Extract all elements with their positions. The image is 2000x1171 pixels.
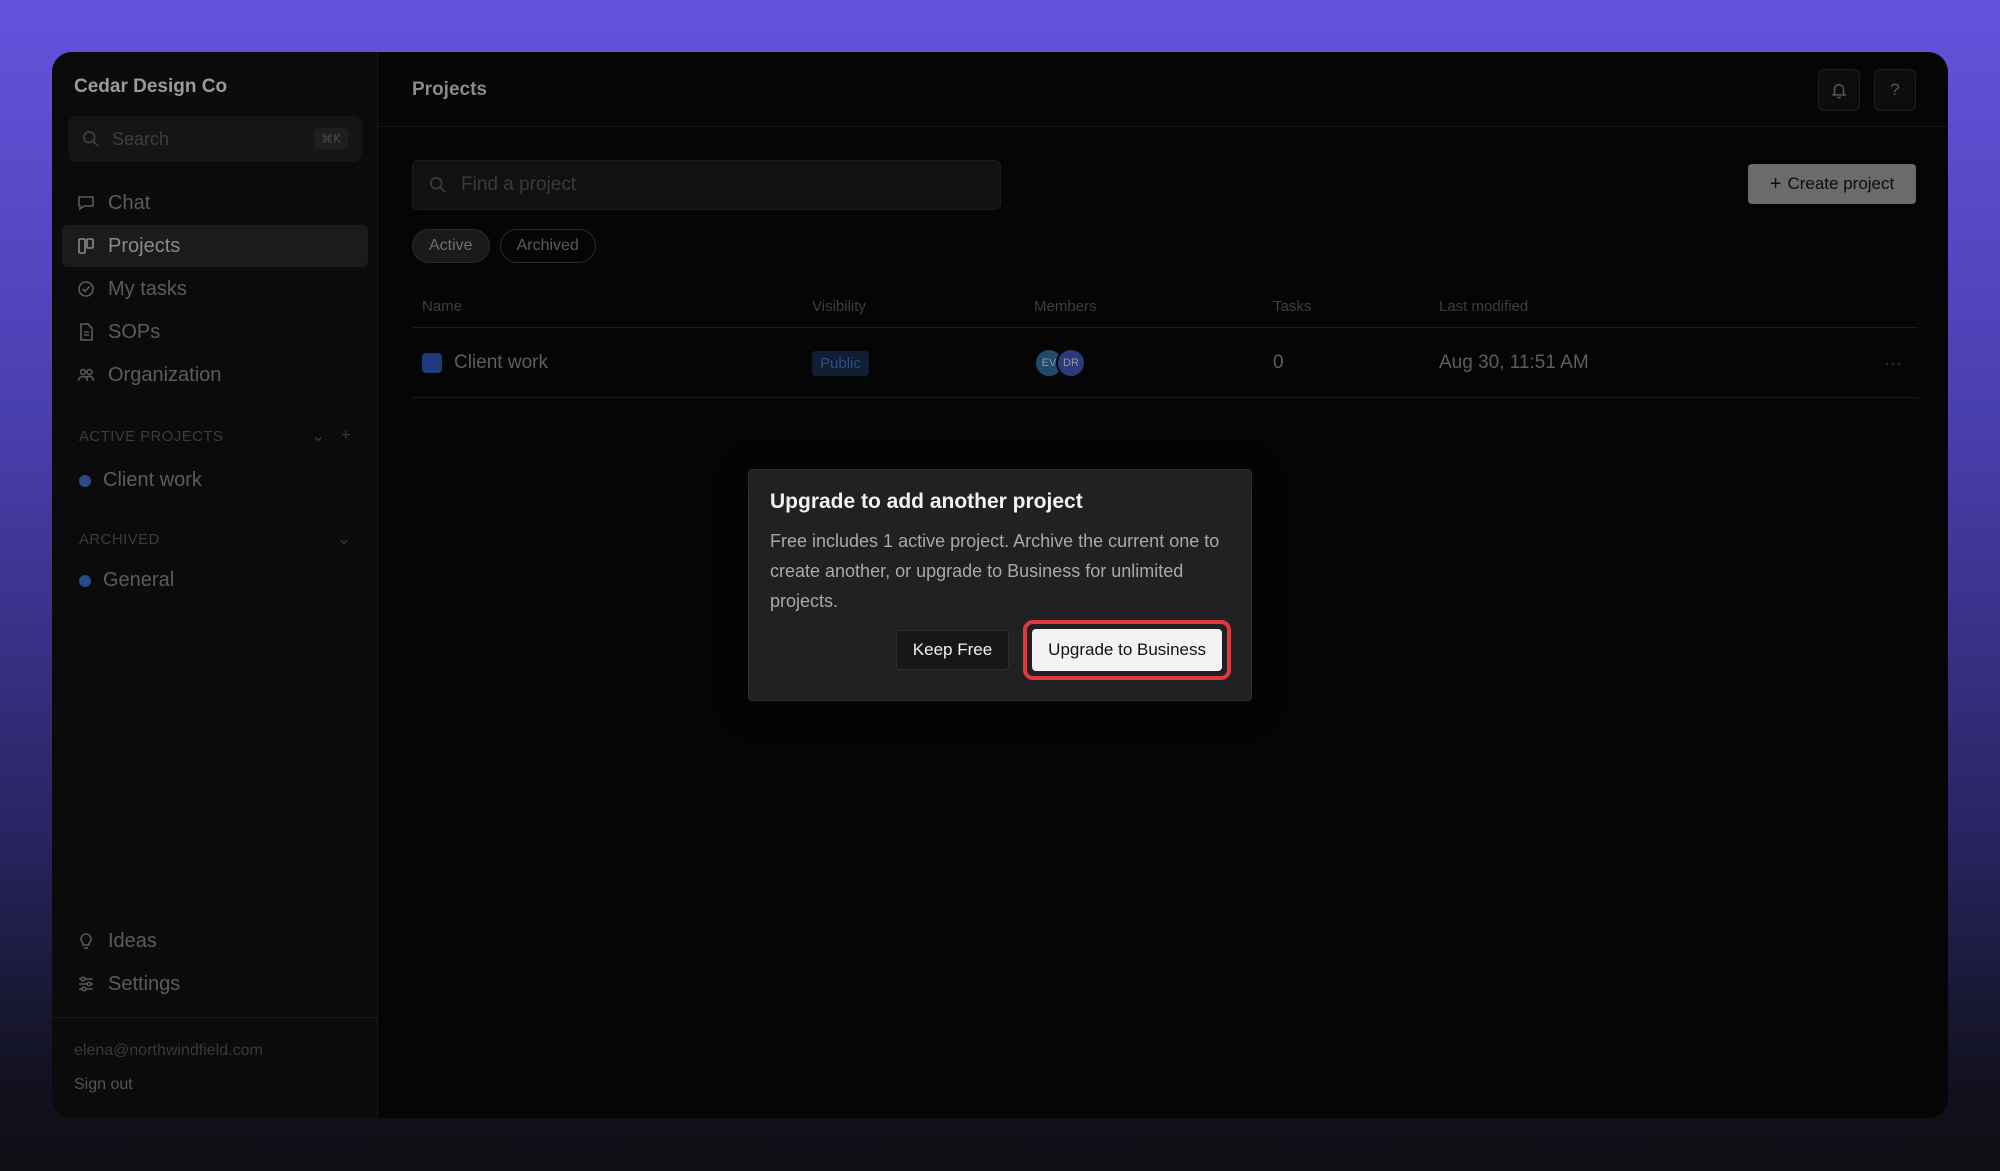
project-color-dot [79,474,91,487]
sidebar-item-label: Organization [108,363,222,386]
chevron-down-icon[interactable]: ⌄ [311,426,325,446]
last-modified-cell: Aug 30, 11:51 AM [1439,352,1589,373]
row-more-menu-icon[interactable]: ··· [1884,328,1902,398]
upgrade-dialog: Upgrade to add another project Free incl… [748,469,1252,701]
tasks-cell: 0 [1273,352,1284,373]
sidebar-item-my-tasks[interactable]: My tasks [62,268,368,310]
upgrade-to-business-button[interactable]: Upgrade to Business [1032,629,1222,671]
workspace-name[interactable]: Cedar Design Co [74,76,227,98]
people-icon [77,368,95,382]
sidebar-item-settings[interactable]: Settings [62,963,368,1005]
visibility-badge: Public [812,350,869,376]
search-icon [82,130,99,147]
filter-active[interactable]: Active [412,229,490,263]
table-row[interactable]: Client work Public EV DR 0 Aug 30, 11:51… [412,328,1918,398]
table-header: Name Visibility Members Tasks Last modif… [412,292,1918,328]
project-color-dot [79,574,91,587]
column-visibility[interactable]: Visibility [812,298,866,315]
create-project-button[interactable]: + Create project [1748,164,1916,204]
sidebar-bottom-nav: Ideas Settings [62,920,368,1006]
active-projects-header: ACTIVE PROJECTS ⌄ + [79,426,351,446]
keep-free-button[interactable]: Keep Free [895,630,1010,670]
archived-header: ARCHIVED ⌄ [79,529,351,549]
sidebar-item-ideas[interactable]: Ideas [62,920,368,962]
project-name-cell[interactable]: Client work [422,328,548,398]
sidebar-search[interactable]: Search ⌘K [68,116,362,162]
search-placeholder: Search [112,128,170,149]
sidebar-item-projects[interactable]: Projects [62,225,368,267]
projects-icon [78,238,94,254]
document-icon [80,323,93,341]
search-shortcut: ⌘K [314,128,348,150]
dialog-title: Upgrade to add another project [770,490,1083,513]
sidebar-item-label: SOPs [108,320,161,343]
check-circle-icon [78,281,94,297]
sidebar-project-client-work[interactable]: Client work [79,469,202,492]
visibility-cell: Public [812,328,869,398]
chevron-down-icon[interactable]: ⌄ [337,529,351,549]
dialog-actions: Keep Free Upgrade to Business [895,620,1231,680]
sidebar-item-label: Ideas [108,929,157,952]
find-project-placeholder: Find a project [461,174,577,195]
sidebar-item-sops[interactable]: SOPs [62,311,368,353]
column-tasks[interactable]: Tasks [1273,298,1311,315]
sidebar-nav: Chat Projects My tasks SOPs Organization [62,182,368,397]
sidebar: Cedar Design Co Search ⌘K Chat Projects … [52,52,378,1118]
column-name[interactable]: Name [422,298,462,315]
sign-out-link[interactable]: Sign out [74,1076,356,1094]
sidebar-item-label: Projects [108,234,181,257]
project-color-square [422,353,442,373]
dialog-body: Free includes 1 active project. Archive … [770,531,1220,611]
help-button[interactable]: ? [1874,69,1916,111]
lightbulb-icon [80,933,92,949]
add-project-icon[interactable]: + [341,427,351,445]
filter-archived[interactable]: Archived [499,229,596,263]
sidebar-item-label: My tasks [108,277,187,300]
plus-icon: + [1769,172,1782,195]
help-icon: ? [1890,80,1900,99]
sidebar-project-general[interactable]: General [79,569,174,592]
user-email: elena@northwindfield.com [74,1042,263,1059]
member-avatars: EV DR [1034,348,1086,378]
chat-icon [78,196,94,211]
sidebar-footer: elena@northwindfield.com Sign out [52,1017,378,1094]
notifications-button[interactable] [1818,69,1860,111]
avatar[interactable]: DR [1056,348,1086,378]
projects-table: Name Visibility Members Tasks Last modif… [412,292,1918,398]
sidebar-item-chat[interactable]: Chat [62,182,368,224]
highlight-outline: Upgrade to Business [1023,620,1231,680]
bell-icon [1831,83,1847,99]
top-bar: Projects ? [378,52,1948,127]
members-cell: EV DR [1034,328,1086,398]
column-members[interactable]: Members [1034,298,1097,315]
sidebar-item-organization[interactable]: Organization [62,354,368,396]
find-project-input[interactable]: Find a project [412,160,1001,210]
sidebar-item-label: Settings [108,972,181,995]
column-last-modified[interactable]: Last modified [1439,298,1528,315]
status-filters: Active Archived [412,229,596,263]
sliders-icon [79,976,93,992]
sidebar-item-label: Chat [108,191,151,214]
page-title: Projects [412,79,487,100]
search-icon [429,176,446,193]
